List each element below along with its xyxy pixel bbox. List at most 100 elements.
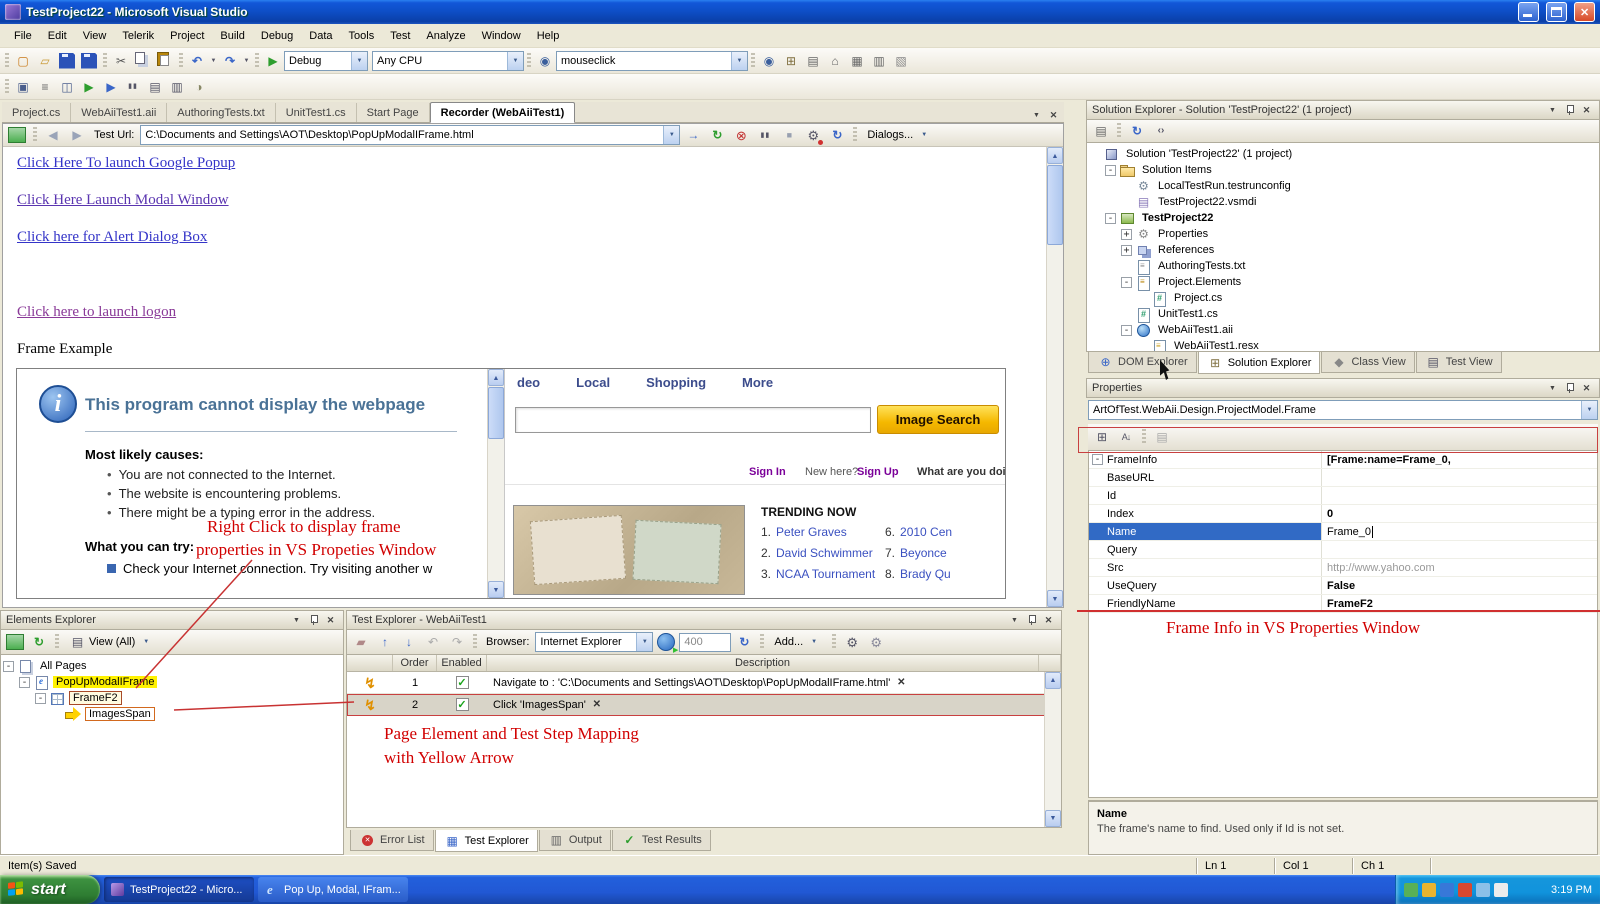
property-row[interactable]: - FrameInfo [Frame:name=Frame_0, [1089,451,1597,469]
scroll-up-icon[interactable]: ▲ [488,369,504,386]
tree-item-label[interactable]: Project.Elements [1155,276,1244,288]
launch-browser-icon[interactable] [655,631,678,654]
document-tab[interactable]: WebAiiTest1.aii [71,103,168,122]
taskbar-task-button[interactable]: Pop Up, Modal, IFram... [258,877,408,902]
tray-icon[interactable] [1422,882,1436,897]
tree-item-label[interactable]: PopUpModalIFrame [53,676,158,688]
object-browser-icon[interactable] [824,50,846,72]
platform-select[interactable]: Any CPU [372,50,524,71]
tree-item[interactable]: TestProject22.vsmdi [1087,194,1599,210]
document-tab[interactable]: Project.cs [2,103,72,122]
tray-icon[interactable] [1494,882,1508,897]
test-url-combo[interactable]: C:\Documents and Settings\AOT\Desktop\Po… [140,125,681,145]
toolbar-grip[interactable] [55,634,59,650]
property-name-cell[interactable]: Name [1089,523,1322,540]
tray-icon[interactable] [1404,882,1418,897]
tree-expander-icon[interactable]: - [3,660,14,672]
toolbar-grip[interactable] [1142,429,1146,445]
property-name-cell[interactable]: Query [1089,541,1322,558]
toolbar-grip[interactable] [179,52,183,69]
tree-expander-icon[interactable]: - [1121,324,1132,336]
tree-expander-icon[interactable]: - [19,676,30,688]
toolbar-grip[interactable] [103,52,107,69]
refresh-icon[interactable] [706,124,728,146]
taskbar-task-button[interactable]: TestProject22 - Micro... [104,877,254,902]
step-type-column-header[interactable] [347,655,393,671]
tree-expander-icon[interactable]: - [1105,164,1116,176]
ordered-test-icon[interactable] [34,76,56,98]
tree-item-label[interactable]: ImagesSpan [85,707,155,721]
tree-item[interactable]: Project.cs [1087,290,1599,307]
trending-link[interactable]: NCAA Tournament [776,567,875,588]
chevron-down-icon[interactable] [1581,401,1597,419]
pause-tests-icon[interactable] [122,76,144,98]
tree-item-label[interactable]: WebAiiTest1.aii [1155,324,1236,336]
toolbar-grip[interactable] [832,634,837,650]
tree-item-label[interactable]: References [1155,244,1217,256]
scrollbar-thumb[interactable] [1047,165,1063,245]
move-down-icon[interactable] [398,631,420,653]
tree-item[interactable]: LocalTestRun.testrunconfig [1087,178,1599,194]
undo-dropdown-icon[interactable] [208,50,219,72]
modal-window-link[interactable]: Click Here Launch Modal Window [17,192,229,209]
property-value[interactable]: 0 [1327,508,1333,520]
tree-expander-icon[interactable]: - [1121,276,1132,288]
scroll-down-icon[interactable]: ▼ [1047,590,1063,607]
selected-object-combo[interactable]: ArtOfTest.WebAii.Design.ProjectModel.Fra… [1088,400,1598,420]
tool-window-tab[interactable]: Solution Explorer [1197,352,1321,374]
test-step-row[interactable]: 2 Click 'ImagesSpan' ✕ [347,694,1061,716]
redo-dropdown-icon[interactable] [241,50,252,72]
tree-item[interactable]: - WebAiiTest1.aii [1087,322,1599,338]
yahoo-nav-link[interactable]: Local [576,375,610,390]
tree-item-label[interactable]: FrameF2 [69,691,122,705]
refresh-icon[interactable] [733,631,755,653]
close-panel-icon[interactable] [1579,103,1594,117]
toolbar-grip[interactable] [527,52,531,69]
close-button[interactable] [1574,2,1595,22]
menu-item[interactable]: Data [301,26,340,46]
document-tab[interactable]: UnitTest1.cs [276,103,357,122]
tray-icon[interactable] [1440,882,1454,897]
tool-window-tab[interactable]: DOM Explorer [1088,352,1197,373]
pause-icon[interactable] [754,124,776,146]
scroll-up-icon[interactable]: ▲ [1047,147,1063,164]
recorder-settings-icon[interactable] [802,124,824,146]
close-document-icon[interactable] [1046,108,1061,122]
dialogs-button[interactable]: Dialogs... [862,125,937,145]
tree-item-label[interactable]: WebAiiTest1.resx [1171,340,1262,351]
steps-scrollbar[interactable]: ▲ ▼ [1044,672,1061,827]
property-name-cell[interactable]: UseQuery [1089,577,1322,594]
toolbox-icon[interactable] [846,50,868,72]
property-value-cell[interactable] [1322,469,1597,486]
save-icon[interactable] [56,50,78,72]
cut-icon[interactable] [110,50,132,72]
property-value[interactable]: Frame_0 [1327,526,1371,538]
auto-hide-pin-icon[interactable] [1562,381,1577,395]
search-combo[interactable]: mouseclick [556,50,748,71]
test-list-icon[interactable] [166,76,188,98]
bottom-tab[interactable]: Output [538,830,611,851]
property-name-cell[interactable]: Index [1089,505,1322,522]
page-scrollbar[interactable]: ▲ ▼ [1046,147,1063,607]
property-value-cell[interactable]: http://www.yahoo.com [1322,559,1597,576]
description-column-header[interactable]: Description [487,655,1039,671]
property-expander-icon[interactable]: - [1092,454,1103,465]
tree-item-label[interactable]: TestProject22.vsmdi [1155,196,1259,208]
step-enabled-checkbox[interactable] [455,698,469,711]
tray-icon[interactable] [1458,882,1472,897]
tray-icon[interactable] [1476,882,1490,897]
tree-item[interactable]: Solution 'TestProject22' (1 project) [1087,146,1599,162]
solution-explorer-icon[interactable] [780,50,802,72]
minimize-button[interactable] [1518,2,1539,22]
yahoo-nav-link[interactable]: deo [517,375,540,390]
yahoo-nav-link[interactable]: More [742,375,773,390]
categorized-icon[interactable] [1091,426,1113,448]
settings-icon[interactable] [841,631,863,653]
trending-link[interactable]: Peter Graves [776,525,847,546]
refresh-icon[interactable] [28,631,50,653]
property-row[interactable]: Query [1089,541,1597,559]
toolbar-grip[interactable] [5,78,9,95]
tab-list-chevron-icon[interactable] [1029,108,1044,122]
property-row[interactable]: UseQuery False [1089,577,1597,595]
property-row[interactable]: Src http://www.yahoo.com [1089,559,1597,577]
